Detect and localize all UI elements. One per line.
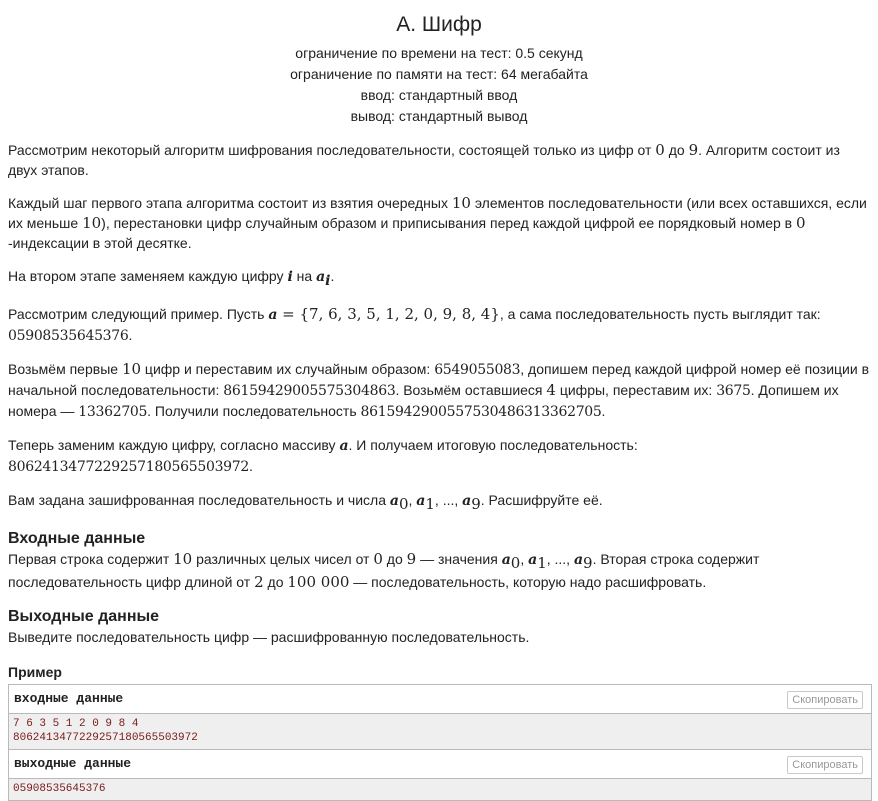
statement-paragraph-2: Каждый шаг первого этапа алгоритма состо…: [8, 193, 870, 253]
input-file: ввод: стандартный ввод: [360, 87, 518, 103]
math: a: [316, 269, 326, 285]
problem-header: A. Шифр ограничение по времени на тест: …: [8, 0, 870, 127]
text: до: [664, 142, 689, 158]
math: 10: [121, 359, 142, 378]
math: 9: [688, 141, 699, 159]
text: Теперь заменим каждую цифру, согласно ма…: [8, 436, 340, 453]
math: 10: [82, 214, 102, 232]
text: на: [292, 268, 317, 284]
text: Возьмём первые: [8, 360, 122, 377]
text: Первая строка содержит: [8, 550, 174, 567]
math: 13362705: [78, 403, 148, 420]
text: до: [263, 574, 288, 591]
text: , ...,: [434, 491, 463, 508]
text: различных целых чисел от: [192, 550, 374, 567]
output-section-title: Выходные данные: [8, 608, 160, 626]
math: 0: [655, 141, 665, 159]
input-section-title: Входные данные: [8, 529, 146, 547]
example-input-label: входные данные: [14, 691, 124, 707]
math-subscript: 0: [398, 494, 409, 513]
math: a: [339, 437, 349, 454]
statement-paragraph-4: Рассмотрим следующий пример. Пусть a = {…: [8, 304, 870, 346]
text: , а сама последовательность пусть выгляд…: [499, 305, 821, 322]
copy-input-button[interactable]: Скопировать: [787, 691, 863, 710]
text: — значения: [416, 550, 502, 567]
text: цифр и переставим их случайным образом:: [141, 360, 435, 377]
statement-paragraph-3: На втором этапе заменяем каждую цифру i …: [8, 266, 870, 291]
example-box: входные данные Скопировать 7 6 3 5 1 2 0…: [8, 684, 872, 801]
text: Рассмотрим некоторый алгоритм шифрования…: [8, 142, 656, 158]
math: a: [462, 492, 472, 509]
math: 0: [796, 214, 806, 232]
text: На втором этапе заменяем каждую цифру: [8, 268, 288, 284]
math-subscript: 1: [425, 494, 435, 513]
example-output-label: выходные данные: [14, 756, 132, 772]
statement-paragraph-5: Возьмём первые 10 цифр и переставим их с…: [8, 359, 870, 422]
text: — последовательность, которую надо расши…: [349, 574, 707, 591]
text: .: [601, 402, 606, 419]
problem-statement: A. Шифр ограничение по времени на тест: …: [0, 0, 878, 801]
math-subscript: 0: [510, 553, 521, 572]
memory-limit: ограничение по памяти на тест: 64 мегаба…: [290, 66, 588, 82]
statement-paragraph-6: Теперь заменим каждую цифру, согласно ма…: [8, 435, 870, 477]
text: -индексации в этой десятке.: [8, 235, 192, 251]
math: 100 000: [287, 573, 350, 592]
output-section-text: Выведите последовательность цифр — расши…: [8, 629, 530, 646]
math: a: [501, 551, 511, 568]
math: 10: [173, 549, 193, 568]
text: ), перестановки цифр случайным образом и…: [101, 215, 797, 231]
text: цифры, переставим их:: [555, 381, 717, 398]
text: .: [249, 457, 253, 474]
math: a: [416, 492, 426, 509]
example-output-line: 05908535645376: [13, 783, 106, 796]
time-limit: ограничение по времени на тест: 0.5 секу…: [295, 45, 583, 61]
statement-paragraph-1: Рассмотрим некоторый алгоритм шифрования…: [8, 140, 870, 180]
math: 05908535645376: [8, 327, 129, 344]
math: a: [528, 551, 538, 568]
text: Каждый шаг первого этапа алгоритма состо…: [8, 195, 452, 211]
text: . И получаем итоговую последовательность…: [348, 436, 638, 453]
text: , ...,: [546, 550, 574, 567]
math: 3675: [716, 382, 751, 399]
math: 9: [406, 549, 417, 568]
output-file: вывод: стандартный вывод: [350, 108, 528, 124]
example-input-content: 7 6 3 5 1 2 0 9 8 4 80624134772292571805…: [9, 714, 871, 751]
example-input-header: входные данные Скопировать: [9, 685, 871, 715]
text: Рассмотрим следующий пример. Пусть: [8, 305, 269, 322]
example-output-header: выходные данные Скопировать: [9, 750, 871, 780]
input-section-text: Первая строка содержит 10 различных целы…: [8, 549, 870, 593]
math: 8615942900557530486313362705: [360, 403, 602, 420]
math: 0: [373, 549, 383, 568]
text: . Возьмём оставшиеся: [395, 381, 547, 398]
text: ,: [520, 550, 529, 567]
statement-paragraph-7: Вам задана зашифрованная последовательно…: [8, 490, 870, 514]
math: 806241347722925718056550397­2: [8, 458, 250, 475]
text: Вам задана зашифрованная последовательно…: [8, 491, 390, 508]
text: . Получили последовательность: [147, 402, 361, 419]
math: 86159429005575304863: [223, 382, 396, 399]
math: 10: [451, 194, 471, 212]
example-input-line: 8062413477229257180565503972: [13, 732, 198, 745]
math: 4: [546, 380, 556, 399]
math: = {7, 6, 3, 5, 1, 2, 0, 9, 8, 4}: [277, 304, 500, 323]
math-subscript: 9: [583, 553, 593, 572]
problem-title: A. Шифр: [396, 13, 482, 36]
text: до: [382, 550, 407, 567]
text: .: [330, 268, 335, 284]
math: 2: [254, 573, 264, 592]
math-subscript: 9: [471, 494, 481, 513]
math: a: [389, 492, 399, 509]
text: .: [128, 326, 133, 343]
math: a: [573, 551, 584, 568]
text: . Расшифруйте её.: [480, 491, 603, 508]
example-output-content: 05908535645376: [9, 779, 871, 801]
example-title: Пример: [8, 664, 62, 681]
copy-output-button[interactable]: Скопировать: [787, 756, 863, 775]
example-input-line: 7 6 3 5 1 2 0 9 8 4: [13, 718, 139, 731]
math-subscript: 1: [537, 553, 547, 572]
math: 6549055083: [434, 361, 521, 378]
